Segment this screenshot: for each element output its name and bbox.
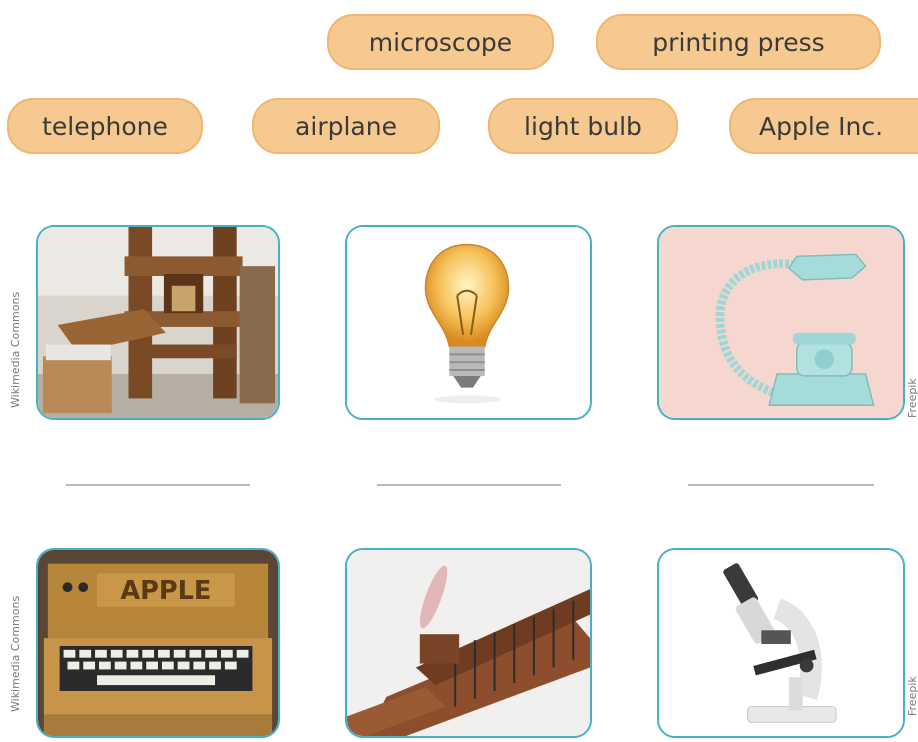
airplane-image <box>347 550 590 736</box>
word-chip-apple-inc[interactable]: Apple Inc. <box>729 98 918 154</box>
apple-sign-text: APPLE <box>120 576 211 606</box>
picture-card-telephone <box>657 225 905 420</box>
answer-line-1[interactable] <box>66 484 250 486</box>
picture-card-light-bulb <box>345 225 592 420</box>
image-credit: Wikimedia Commons <box>9 291 22 408</box>
word-chip-label: printing press <box>652 27 825 57</box>
picture-card-airplane <box>345 548 592 738</box>
word-chip-label: microscope <box>368 27 513 57</box>
picture-card-microscope <box>657 548 905 738</box>
word-chip-label: light bulb <box>524 111 642 141</box>
word-chip-microscope[interactable]: microscope <box>327 14 554 70</box>
word-chip-light-bulb[interactable]: light bulb <box>488 98 678 154</box>
picture-card-apple-computer: APPLE <box>36 548 280 738</box>
answer-line-3[interactable] <box>688 484 874 486</box>
apple-computer-image: APPLE <box>38 550 278 736</box>
image-credit: Freepik <box>906 378 918 418</box>
word-chip-printing-press[interactable]: printing press <box>596 14 881 70</box>
image-credit: Wikimedia Commons <box>9 595 22 712</box>
word-chip-telephone[interactable]: telephone <box>7 98 203 154</box>
printing-press-image <box>38 227 278 418</box>
answer-line-2[interactable] <box>377 484 561 486</box>
telephone-image <box>659 227 903 418</box>
picture-card-printing-press <box>36 225 280 420</box>
light-bulb-image <box>347 227 590 418</box>
word-chip-airplane[interactable]: airplane <box>252 98 440 154</box>
microscope-image <box>659 550 903 736</box>
word-chip-label: airplane <box>295 111 397 141</box>
word-chip-label: Apple Inc. <box>759 111 884 141</box>
word-chip-label: telephone <box>42 111 168 141</box>
image-credit: Freepik <box>906 676 918 716</box>
